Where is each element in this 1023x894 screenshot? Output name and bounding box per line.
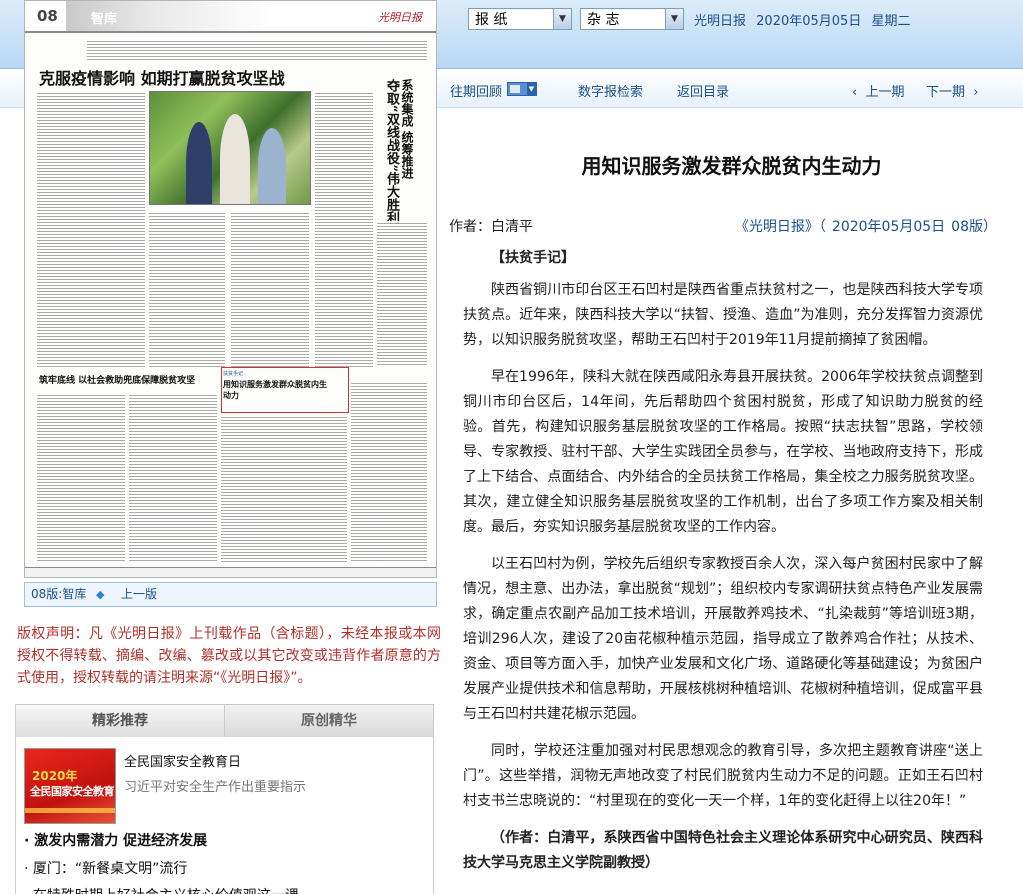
chevron-left-icon: ‹ <box>852 85 858 100</box>
tab-featured[interactable]: 精彩推荐 <box>16 705 225 737</box>
page-nav-bar: 08版:智库 ◆ 上一版 <box>24 582 437 607</box>
column-tag: 扶贫手记 <box>223 371 244 377</box>
page-header <box>25 1 436 33</box>
text-column[interactable] <box>315 91 373 367</box>
article-author: 作者：白清平 <box>449 219 533 235</box>
page-footer <box>25 567 436 577</box>
source-page: 08版） <box>951 219 997 235</box>
featured-title-link[interactable]: 全民国家安全教育日 <box>124 751 241 770</box>
source-name: 《光明日报》（ <box>734 219 826 235</box>
issue-date: 2020年05月05日 <box>756 14 862 29</box>
back-to-toc-link[interactable]: 返回目录 <box>677 81 729 100</box>
issue-weekday: 星期二 <box>871 14 911 29</box>
article-paragraph: 以王石凹村为例，学校先后组织专家教授百余人次，深入每户贫困村民家中了解情况，想主… <box>463 556 983 722</box>
text-column[interactable] <box>37 393 125 563</box>
issue-info: 光明日报 2020年05月05日 星期二 <box>694 10 916 29</box>
recommend-box: 精彩推荐 原创精华 2020年 全民国家安全教育日 全民国家安全教育日 习近平对… <box>15 704 434 894</box>
copyright-notice: 版权声明：凡《光明日报》上刊载作品（含标题），未经本报或本网授权不得转载、摘编、… <box>17 626 441 686</box>
newspaper-page-image[interactable]: 08 智库 光明日报 克服疫情影响 如期打赢脱贫攻坚战 系统集成 统筹推进 夺取… <box>24 0 437 578</box>
magazine-select[interactable]: 杂 志 ▼ <box>580 8 684 30</box>
chevron-down-icon[interactable]: ▼ <box>665 9 683 29</box>
article-body: 【扶贫手记】 陕西省铜川市印台区王石凹村是陕西省重点扶贫村之一，也是陕西科技大学… <box>463 246 983 888</box>
page-label[interactable]: 08版:智库 <box>31 583 86 606</box>
masthead-logo: 光明日报 <box>378 11 422 24</box>
featured-desc-link[interactable]: 习近平对安全生产作出重要指示 <box>124 776 306 795</box>
featured-thumbnail[interactable]: 2020年 全民国家安全教育日 <box>24 748 116 824</box>
list-item[interactable]: · 激发内需潜力 促进经济发展 <box>24 830 207 850</box>
list-item[interactable]: · 厦门：“新餐桌文明”流行 <box>24 858 187 878</box>
intro-text-block <box>87 39 427 61</box>
text-column[interactable] <box>351 381 427 563</box>
text-column[interactable] <box>37 91 145 367</box>
article-title: 用知识服务激发群众脱贫内生动力 <box>581 154 882 178</box>
article-section-label: 【扶贫手记】 <box>491 250 575 266</box>
chevron-right-icon: › <box>973 85 979 100</box>
article-source[interactable]: 《光明日报》（ 2020年05月05日 08版） <box>729 216 997 236</box>
prev-issue-link[interactable]: ‹ 上一期 <box>852 81 904 100</box>
text-column[interactable] <box>149 211 225 367</box>
vertical-headline-1[interactable]: 系统集成 统筹推进 <box>400 79 414 179</box>
next-issue-label: 下一期 <box>926 85 966 100</box>
page-section: 智库 <box>91 12 118 27</box>
article-paragraph: 同时，学校还注重加强对村民思想观念的教育引导，多次把主题教育讲座“送上门”。这些… <box>463 743 983 809</box>
diamond-icon: ◆ <box>96 588 105 601</box>
page-headline-featured[interactable]: 用知识服务激发群众脱贫内生动力 <box>223 379 333 401</box>
digital-search-link[interactable]: 数字报检索 <box>578 81 643 100</box>
calendar-icon[interactable]: ▼ <box>507 82 537 96</box>
text-column[interactable] <box>129 393 217 563</box>
newspaper-select[interactable]: 报 纸 ▼ <box>468 8 572 30</box>
thumbnail-text: 全民国家安全教育日 <box>30 785 116 798</box>
article-signature: （作者：白清平，系陕西省中国特色社会主义理论体系研究中心研究员、陕西科技大学马克… <box>463 830 983 871</box>
source-date: 2020年05月05日 <box>831 219 946 235</box>
text-column[interactable] <box>231 211 309 367</box>
article-paragraph: 早在1996年，陕科大就在陕西咸阳永寿县开展扶贫。2006年学校扶贫点调整到铜川… <box>463 369 983 535</box>
page-headline-main[interactable]: 克服疫情影响 如期打赢脱贫攻坚战 <box>39 65 285 89</box>
archive-link[interactable]: 往期回顾 <box>450 81 502 100</box>
next-issue-link[interactable]: 下一期 › <box>926 81 978 100</box>
vertical-headline-2[interactable]: 夺取“双线战役”伟大胜利 <box>384 79 399 224</box>
text-column[interactable] <box>377 221 427 367</box>
text-column[interactable] <box>221 415 347 563</box>
article-paragraph: 陕西省铜川市印台区王石凹村是陕西省重点扶贫村之一，也是陕西科技大学专项扶贫点。近… <box>463 282 983 348</box>
chevron-down-icon[interactable]: ▼ <box>553 9 571 29</box>
news-photo <box>149 91 311 205</box>
article-meta: 作者：白清平 《光明日报》（ 2020年05月05日 08版） <box>449 216 997 236</box>
page-headline-lower[interactable]: 筑牢底线 以社会救助兜底保障脱贫攻坚 <box>39 373 195 386</box>
newspaper-select-value: 报 纸 <box>475 12 508 28</box>
paper-name: 光明日报 <box>694 14 747 29</box>
magazine-select-value: 杂 志 <box>587 12 620 28</box>
prev-page-link[interactable]: 上一版 <box>121 583 157 606</box>
thumbnail-year: 2020年 <box>32 769 78 783</box>
list-item[interactable]: · 在特殊时期上好社会主义核心价值观这一课 <box>24 885 299 894</box>
tab-original[interactable]: 原创精华 <box>225 705 433 737</box>
page-number: 08 <box>37 7 58 25</box>
prev-issue-label: 上一期 <box>865 85 905 100</box>
recommend-tabs: 精彩推荐 原创精华 <box>16 705 433 737</box>
